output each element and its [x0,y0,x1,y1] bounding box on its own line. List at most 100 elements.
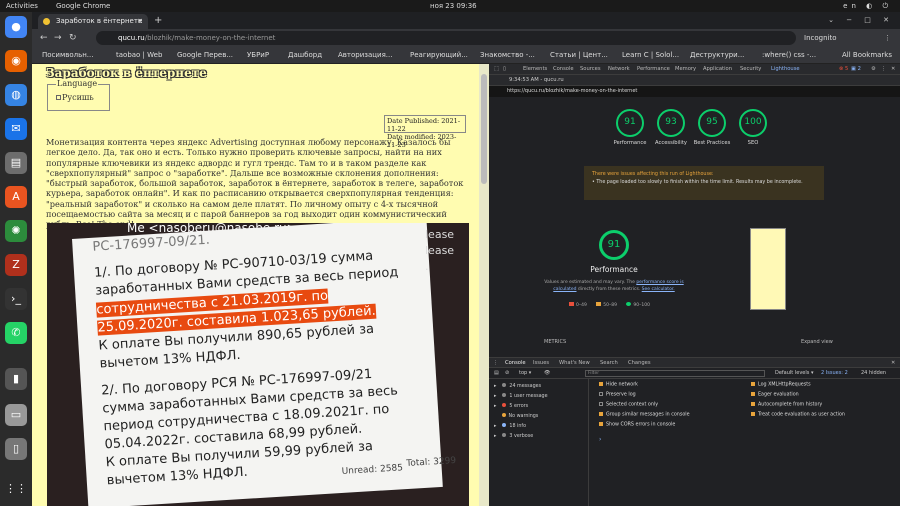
tab-network[interactable]: Network [608,64,630,75]
bookmark-item[interactable]: Статьи | Цент... [550,47,608,64]
lighthouse-report-selector[interactable]: 9:34:53 AM - qucu.ru [489,75,900,86]
incognito-label[interactable]: Incognito [804,29,836,47]
option-selected-context[interactable]: Selected context only [599,402,658,408]
bookmark-item[interactable]: Знакомство -... [480,47,535,64]
usb-drive-icon[interactable]: ▮ [5,368,27,390]
live-expression-icon[interactable]: 👁 [544,368,550,379]
bookmark-item[interactable]: УБРиР [247,47,269,64]
tab-lighthouse[interactable]: Lighthouse [771,64,800,75]
whatsapp-icon[interactable]: ✆ [5,322,27,344]
bookmark-item[interactable]: :where() css -... [762,47,816,64]
devtools-close-icon[interactable]: ✕ [891,64,895,75]
tab-memory[interactable]: Memory [675,64,696,75]
console-sidebar-item[interactable]: ▸ 1 user message [494,393,548,399]
bookmark-item[interactable]: Google Перев... [177,47,233,64]
checkbox-icon[interactable] [599,382,603,386]
new-tab-icon[interactable]: + [154,14,162,27]
checkbox-icon[interactable] [599,412,603,416]
option-eager-eval[interactable]: Eager evaluation [751,392,799,398]
issues-count-badge[interactable]: ▣ 2 [851,64,861,75]
address-bar[interactable]: qucu.ru/blozhik/make-money-on-the-intern… [96,31,796,45]
disk-icon[interactable]: ▭ [5,404,27,426]
forward-icon[interactable]: → [54,29,62,47]
option-preserve-log[interactable]: Preserve log [599,392,636,398]
bookmark-item[interactable]: taobao | Web [116,47,162,64]
page-scrollbar[interactable] [479,64,489,506]
score-gauge-seo[interactable]: 100 [739,109,767,137]
checkbox-icon[interactable] [599,422,603,426]
console-filter-input[interactable]: Filter [585,370,765,377]
scrollbar-thumb[interactable] [481,74,487,184]
language-option[interactable]: Русишь [56,93,94,102]
bookmark-item[interactable]: Learn C | Solol... [622,47,679,64]
option-cors-errors[interactable]: Show CORS errors in console [599,422,675,428]
calculator-link[interactable]: See calculator. [642,287,675,292]
checkbox-icon[interactable] [599,402,603,406]
context-select[interactable]: top ▾ [519,368,531,379]
tab-close-icon[interactable]: × [137,14,143,29]
option-hide-network[interactable]: Hide network [599,382,638,388]
all-bookmarks-button[interactable]: All Bookmarks [842,47,892,64]
bookmark-item[interactable]: Авторизация... [338,47,392,64]
option-treat-user-action[interactable]: Treat code evaluation as user action [751,412,845,418]
sidebar-toggle-icon[interactable]: ▤ [494,368,499,379]
firefox-icon[interactable]: ◉ [5,50,27,72]
clear-console-icon[interactable]: ⊘ [505,368,509,379]
system-tray[interactable]: en ◐ ⏻ [843,0,892,12]
language-checkbox[interactable] [56,95,61,100]
menu-icon[interactable]: ⋮ [884,29,891,47]
score-gauge-best-practices[interactable]: 95 [698,109,726,137]
checkbox-icon[interactable] [751,402,755,406]
back-icon[interactable]: ← [40,29,48,47]
language-indicator[interactable]: en [843,2,860,10]
console-sidebar-item[interactable]: ▸ 18 info [494,423,526,429]
active-app-label[interactable]: Google Chrome [56,0,110,12]
issues-button[interactable]: 2 Issues: 2 [821,368,848,379]
score-gauge-performance[interactable]: 91 [616,109,644,137]
device-toolbar-icon[interactable]: ▯ [503,64,506,75]
bookmark-item[interactable]: Реагирующий... [410,47,468,64]
tab-sources[interactable]: Sources [580,64,601,75]
settings-icon[interactable]: ✺ [5,220,27,242]
console-sidebar-item[interactable]: ▸ 5 errors [494,403,528,409]
filezilla-icon[interactable]: Z [5,254,27,276]
clock[interactable]: ноя 23 09:36 [430,0,477,12]
console-sidebar-item[interactable]: No warnings [494,413,538,419]
thunderbird-icon[interactable]: ✉ [5,118,27,140]
score-gauge-accessibility[interactable]: 93 [657,109,685,137]
files-icon[interactable]: ▤ [5,152,27,174]
checkbox-icon[interactable] [751,412,755,416]
browser-tab[interactable]: Заработок в ёнтернете × [38,14,148,29]
page-screenshot-thumbnail[interactable] [750,228,786,310]
option-autocomplete[interactable]: Autocomplete from history [751,402,822,408]
console-sidebar-item[interactable]: ▸ 3 verbose [494,433,533,439]
trash-icon[interactable]: ▯ [5,438,27,460]
option-group-similar[interactable]: Group similar messages in console [599,412,690,418]
tab-security[interactable]: Security [740,64,761,75]
app-center-icon[interactable]: A [5,186,27,208]
reload-icon[interactable]: ↻ [69,29,77,47]
expand-view-link[interactable]: Expand view [801,339,833,345]
window-controls[interactable]: ⌄ − □ ✕ [828,12,894,29]
error-count-badge[interactable]: ⊗ 5 [839,64,848,75]
globe-icon[interactable]: ◍ [5,84,27,106]
devtools-menu-icon[interactable]: ⋮ [881,64,886,75]
console-prompt[interactable]: › [599,436,601,443]
activities-button[interactable]: Activities [6,0,38,12]
option-log-xhr[interactable]: Log XMLHttpRequests [751,382,811,388]
app-grid-icon[interactable]: ⋮⋮ [5,478,27,500]
tab-elements[interactable]: Elements [523,64,547,75]
inspect-icon[interactable]: ⬚ [494,64,499,75]
checkbox-icon[interactable] [751,382,755,386]
tab-application[interactable]: Application [703,64,732,75]
devtools-settings-icon[interactable]: ⚙ [871,64,876,75]
tab-performance[interactable]: Performance [637,64,670,75]
console-sidebar-item[interactable]: ▸ 24 messages [494,383,541,389]
terminal-icon[interactable]: ›_ [5,288,27,310]
bookmark-item[interactable]: Дашборд [288,47,322,64]
bookmark-item[interactable]: Деструктури... [690,47,744,64]
checkbox-icon[interactable] [599,392,603,396]
bookmark-item[interactable]: Посимвольн... [42,47,94,64]
checkbox-icon[interactable] [751,392,755,396]
tab-console[interactable]: Console [553,64,574,75]
